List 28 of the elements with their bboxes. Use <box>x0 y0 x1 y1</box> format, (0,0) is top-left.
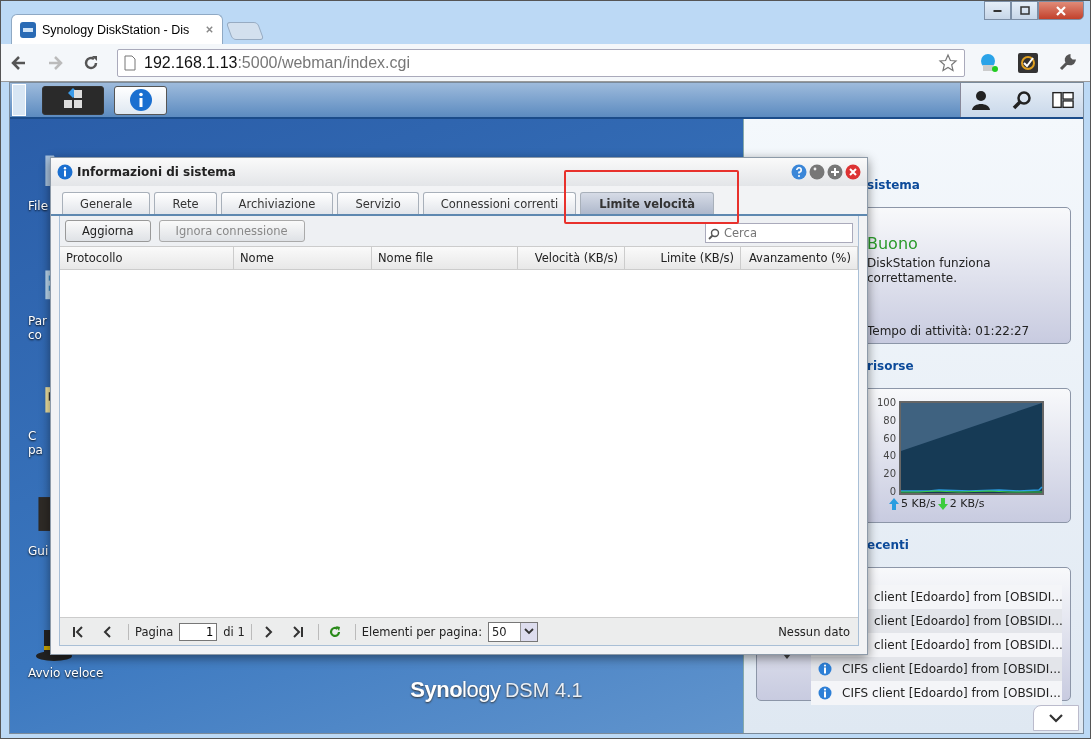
axis-label: 0 <box>889 486 897 497</box>
desktop-icon-label: Gui <box>28 544 49 558</box>
axis-label: 60 <box>883 432 897 444</box>
desktop-icon-label: co <box>28 328 42 342</box>
page-label: Pagina <box>135 624 174 639</box>
dialog-title: Informazioni di sistema <box>77 165 236 179</box>
axis-label: 20 <box>883 468 897 480</box>
page-count: di 1 <box>223 624 245 639</box>
health-message: DiskStation funziona <box>867 256 992 271</box>
widget-heading: risorse <box>866 358 915 375</box>
desktop-icon-label: File <box>28 199 49 213</box>
axis-label: 40 <box>883 450 897 462</box>
axis-label: 80 <box>883 414 897 426</box>
desktop-icon-label: Par <box>28 314 47 328</box>
download-rate: 2 KB/s <box>949 497 985 510</box>
upload-rate: 5 KB/s <box>901 497 936 510</box>
uptime-text: Tempo di attività: 01:22:27 <box>867 324 1031 338</box>
health-message: correttamente. <box>867 271 959 286</box>
axis-label: 100 <box>877 397 897 408</box>
desktop-icon-label: Avvio veloce <box>28 666 104 680</box>
desktop-icon-label: C <box>28 429 37 443</box>
product-logo: Synology DSM 4.1 <box>410 677 583 703</box>
tab-title: Synology DiskStation - Dis <box>42 22 191 37</box>
per-page-label: Elementi per pagina: <box>361 624 483 639</box>
widget-heading: sistema <box>866 177 921 194</box>
widget-heading: ecenti <box>866 537 910 554</box>
desktop-icon-label: pa <box>28 443 43 457</box>
health-status: Buono <box>867 234 919 253</box>
